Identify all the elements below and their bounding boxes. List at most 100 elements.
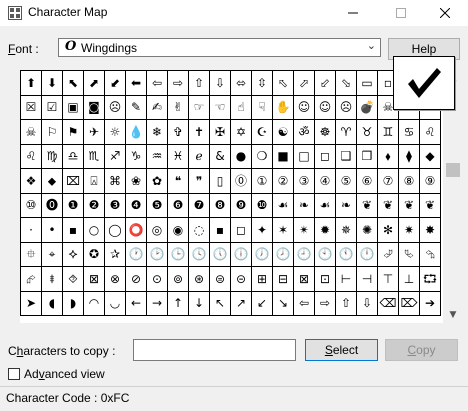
character-cell[interactable]: ❼ [189, 193, 210, 218]
chevron-down-icon[interactable]: ⌄ [367, 39, 376, 52]
character-cell[interactable]: ❦ [357, 193, 378, 218]
character-cell[interactable]: ◗ [63, 291, 84, 316]
character-cell[interactable]: 🕚 [336, 242, 357, 267]
character-cell[interactable]: ▣ [63, 95, 84, 120]
character-cell[interactable]: ⌧ [63, 169, 84, 194]
character-cell[interactable]: ◯ [105, 218, 126, 243]
character-cell[interactable]: ❦ [378, 193, 399, 218]
character-cell[interactable]: ❿ [252, 193, 273, 218]
title-bar[interactable]: Character Map [0, 0, 468, 26]
advanced-view-label[interactable]: Advanced view [24, 367, 105, 381]
character-cell[interactable]: ✶ [273, 218, 294, 243]
character-cell[interactable]: ⊣ [357, 267, 378, 292]
character-cell[interactable]: □ [294, 144, 315, 169]
character-cell[interactable]: ● [231, 144, 252, 169]
character-cell[interactable]: ⌘ [105, 169, 126, 194]
character-cell[interactable]: ☪ [252, 120, 273, 145]
character-cell[interactable]: ✡ [231, 120, 252, 145]
character-cell[interactable]: ☙ [273, 193, 294, 218]
character-cell[interactable]: ☟ [252, 95, 273, 120]
character-cell[interactable]: ⊗ [105, 267, 126, 292]
character-cell[interactable]: ✸ [420, 218, 441, 243]
character-cell[interactable]: ⊘ [126, 267, 147, 292]
character-cell[interactable]: ♌ [420, 120, 441, 145]
character-cell[interactable]: ✴ [294, 218, 315, 243]
character-cell[interactable]: ⬧ [378, 144, 399, 169]
character-cell[interactable]: ♌ [21, 144, 42, 169]
character-cell[interactable]: ◎ [147, 218, 168, 243]
character-cell[interactable]: ❷ [84, 193, 105, 218]
character-cell[interactable]: 💧 [126, 120, 147, 145]
character-cell[interactable]: ✪ [84, 242, 105, 267]
character-cell[interactable]: 🕕 [231, 242, 252, 267]
character-cell[interactable]: ⚑ [63, 120, 84, 145]
character-cell[interactable]: ☜ [210, 95, 231, 120]
character-cell[interactable]: ✰ [105, 242, 126, 267]
character-cell[interactable]: ☠ [21, 120, 42, 145]
character-cell[interactable]: ♊ [378, 120, 399, 145]
character-cell[interactable]: 🕔 [210, 242, 231, 267]
character-cell[interactable]: ⯐ [21, 242, 42, 267]
character-cell[interactable]: ④ [315, 169, 336, 194]
character-cell[interactable]: ⇩ [210, 71, 231, 96]
character-cell[interactable]: ↗ [231, 291, 252, 316]
character-cell[interactable]: ⬅ [126, 71, 147, 96]
character-cell[interactable]: ✿ [147, 169, 168, 194]
character-cell[interactable]: ❍ [252, 144, 273, 169]
character-cell[interactable]: 🕘 [294, 242, 315, 267]
character-cell[interactable]: ⯎ [63, 242, 84, 267]
character-cell[interactable]: ⊥ [399, 267, 420, 292]
character-cell[interactable]: ⮲ [420, 242, 441, 267]
character-cell[interactable]: ✋ [273, 95, 294, 120]
character-cell[interactable]: ✻ [378, 218, 399, 243]
character-cell[interactable]: ▪ [210, 218, 231, 243]
character-cell[interactable]: ◡ [105, 291, 126, 316]
character-cell[interactable]: ☸ [315, 120, 336, 145]
character-cell[interactable]: ❧ [294, 193, 315, 218]
character-cell[interactable]: ☝ [231, 95, 252, 120]
advanced-view-checkbox[interactable] [8, 368, 20, 380]
character-cell[interactable]: ⮳ [21, 267, 42, 292]
character-cell[interactable]: ❹ [126, 193, 147, 218]
character-cell[interactable]: ⬉ [63, 71, 84, 96]
character-cell[interactable]: ♐ [105, 144, 126, 169]
character-cell[interactable]: ⬆ [21, 71, 42, 96]
character-cell[interactable]: ⯑ [63, 267, 84, 292]
character-cell[interactable]: ❦ [399, 193, 420, 218]
character-cell[interactable]: ✵ [336, 218, 357, 243]
character-cell[interactable]: ① [252, 169, 273, 194]
character-cell[interactable]: ☒ [21, 95, 42, 120]
character-cell[interactable]: ♓ [168, 144, 189, 169]
character-cell[interactable]: ⬈ [84, 71, 105, 96]
character-cell[interactable]: ⊡ [315, 267, 336, 292]
minimize-icon[interactable] [330, 0, 376, 26]
select-button[interactable]: Select [305, 339, 378, 361]
character-cell[interactable]: ☺ [315, 95, 336, 120]
character-cell[interactable]: 🕛 [357, 242, 378, 267]
character-cell[interactable]: ❒ [357, 144, 378, 169]
character-cell[interactable]: ☼ [105, 120, 126, 145]
character-cell[interactable]: ℯ [189, 144, 210, 169]
character-cell[interactable]: ⇦ [147, 71, 168, 96]
character-cell[interactable]: ③ [294, 169, 315, 194]
character-cell[interactable]: ⇨ [315, 291, 336, 316]
maximize-icon[interactable] [378, 0, 424, 26]
scrollbar-thumb[interactable] [446, 163, 460, 177]
character-cell[interactable]: ⮱ [399, 242, 420, 267]
character-cell[interactable]: ⬀ [294, 71, 315, 96]
character-cell[interactable]: ↑ [168, 291, 189, 316]
character-cell[interactable]: ✷ [399, 218, 420, 243]
character-cell[interactable]: ❸ [105, 193, 126, 218]
character-cell[interactable]: ☑ [42, 95, 63, 120]
character-cell[interactable]: ❝ [168, 169, 189, 194]
character-cell[interactable]: ➔ [420, 291, 441, 316]
character-cell[interactable]: ♒ [147, 144, 168, 169]
character-cell[interactable]: ▯ [210, 169, 231, 194]
character-cell[interactable]: ⊠ [84, 267, 105, 292]
character-cell[interactable]: 🕑 [147, 242, 168, 267]
character-cell[interactable]: ⇧ [189, 71, 210, 96]
character-cell[interactable]: 🕖 [252, 242, 273, 267]
character-cell[interactable]: ⇨ [168, 71, 189, 96]
character-cell[interactable]: ☺ [294, 95, 315, 120]
character-cell[interactable]: ⇳ [252, 71, 273, 96]
